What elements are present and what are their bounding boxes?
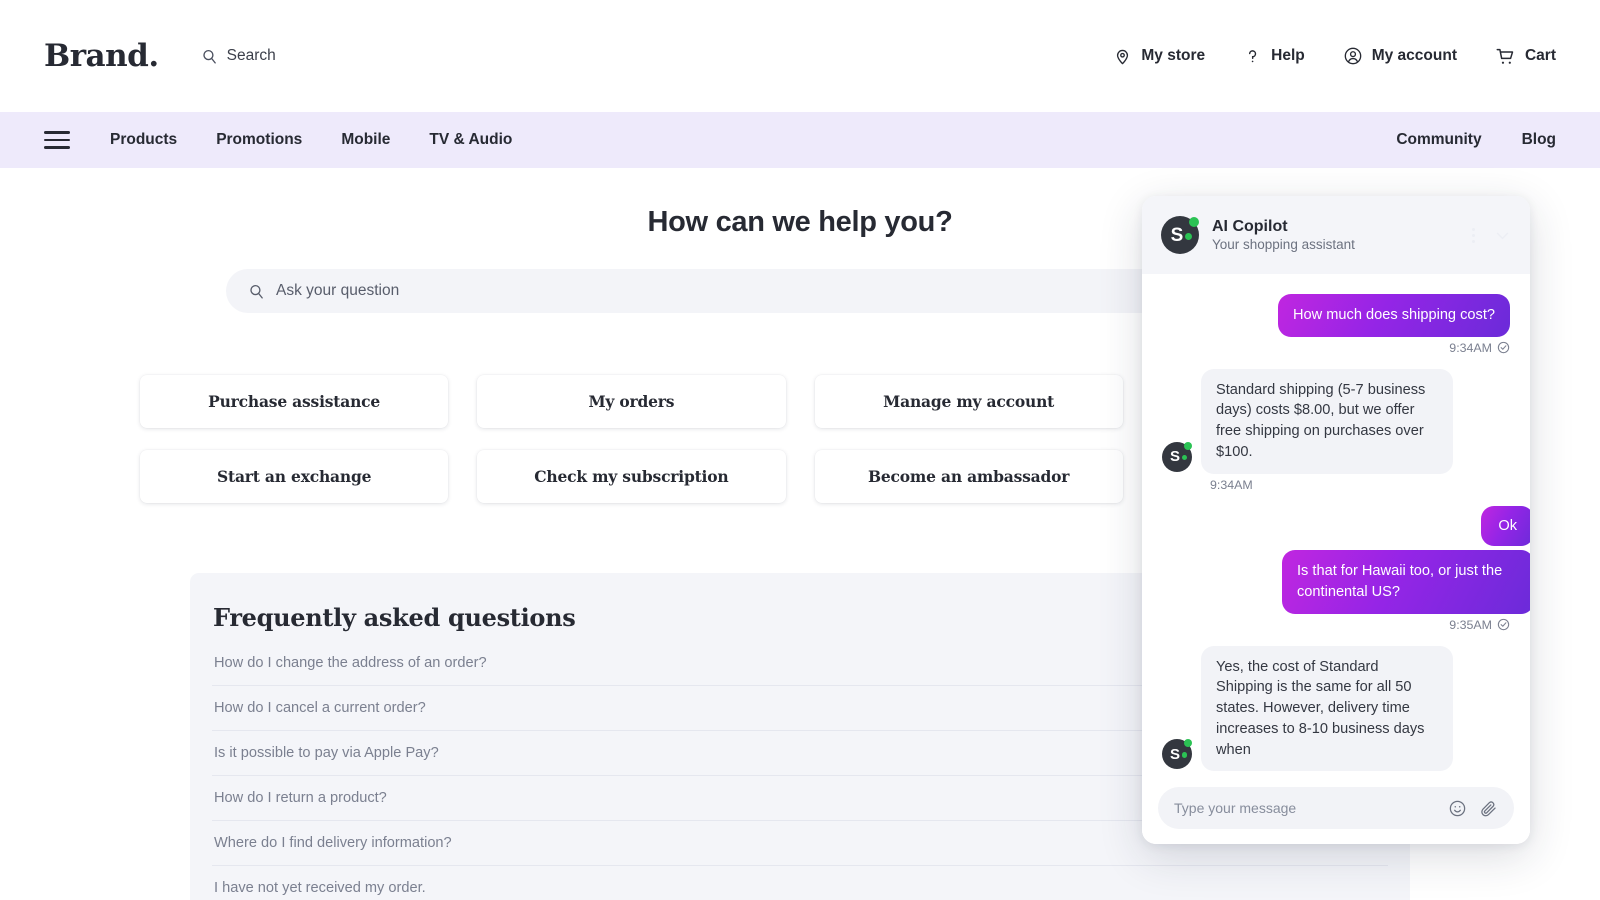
nav-my-account[interactable]: My account [1343, 46, 1457, 66]
chat-message-list[interactable]: How much does shipping cost? 9:34AM S St… [1142, 274, 1530, 844]
chat-subtitle: Your shopping assistant [1212, 237, 1355, 252]
chat-input-bar: Type your message [1142, 774, 1530, 844]
card-label: Manage my account [883, 392, 1054, 411]
chat-message-row: How much does shipping cost? [1162, 294, 1510, 337]
nav-my-store-label: My store [1141, 47, 1205, 65]
chat-title: AI Copilot [1212, 218, 1355, 236]
question-mark-icon [1243, 47, 1262, 66]
navlink-promotions[interactable]: Promotions [216, 131, 302, 149]
paperclip-icon[interactable] [1479, 799, 1498, 818]
card-my-orders[interactable]: My orders [477, 375, 785, 428]
hero-search-placeholder: Ask your question [276, 282, 399, 300]
main-navbar: Products Promotions Mobile TV & Audio Co… [0, 112, 1600, 168]
vertical-dots-icon[interactable] [1469, 225, 1478, 246]
chat-bubble-incoming: Yes, the cost of Standard Shipping is th… [1201, 646, 1453, 772]
top-bar: Brand. Search My store [0, 0, 1600, 112]
brand-logo[interactable]: Brand. [44, 38, 159, 74]
assistant-avatar: S [1161, 216, 1199, 254]
header-nav: My store Help My accou [1113, 46, 1556, 67]
chat-header-actions [1469, 225, 1511, 246]
card-become-an-ambassador[interactable]: Become an ambassador [815, 450, 1123, 503]
help-center-page: Brand. Search My store [0, 0, 1600, 900]
card-label: Check my subscription [534, 467, 728, 486]
location-pin-icon [1113, 47, 1132, 66]
navbar-right-links: Community Blog [1396, 131, 1556, 149]
status-dot-large [1189, 217, 1199, 227]
status-dot-large [1184, 442, 1192, 450]
status-dot-large [1184, 739, 1192, 747]
search-icon [201, 48, 218, 65]
navlink-products[interactable]: Products [110, 131, 177, 149]
assistant-avatar-small: S [1162, 442, 1192, 472]
chat-message-row: Ok [1162, 506, 1530, 547]
navbar-links: Products Promotions Mobile TV & Audio [110, 131, 512, 149]
chat-timestamp: 9:34AM [1449, 341, 1492, 355]
nav-cart-label: Cart [1525, 47, 1556, 65]
assistant-avatar-small: S [1162, 739, 1192, 769]
card-check-my-subscription[interactable]: Check my subscription [477, 450, 785, 503]
chat-bubble-outgoing: Ok [1481, 506, 1530, 547]
status-dot-small [1185, 233, 1192, 240]
navlink-mobile[interactable]: Mobile [341, 131, 390, 149]
user-circle-icon [1343, 46, 1363, 66]
chat-message-row: S Standard shipping (5-7 business days) … [1162, 369, 1510, 474]
chat-message-meta: 9:35AM [1162, 618, 1510, 632]
nav-help-label: Help [1271, 47, 1305, 65]
chat-timestamp: 9:35AM [1449, 618, 1492, 632]
header-search[interactable]: Search [201, 47, 276, 65]
chevron-down-icon[interactable] [1494, 227, 1511, 244]
status-dot-small [1182, 752, 1188, 758]
card-label: Purchase assistance [208, 392, 380, 411]
card-purchase-assistance[interactable]: Purchase assistance [140, 375, 448, 428]
check-circle-icon [1497, 341, 1510, 354]
navlink-blog[interactable]: Blog [1522, 131, 1556, 149]
chat-header-titles: AI Copilot Your shopping assistant [1212, 218, 1355, 252]
avatar-letter: S [1171, 226, 1184, 245]
shopping-cart-icon [1495, 46, 1516, 67]
faq-item[interactable]: I have not yet received my order. [212, 866, 1388, 900]
navlink-community[interactable]: Community [1396, 131, 1481, 149]
chat-widget: S AI Copilot Your shopping assistant [1142, 196, 1530, 844]
chat-message-row: S Yes, the cost of Standard Shipping is … [1162, 646, 1510, 772]
card-start-an-exchange[interactable]: Start an exchange [140, 450, 448, 503]
chat-bubble-incoming: Standard shipping (5-7 business days) co… [1201, 369, 1453, 474]
avatar-letter: S [1170, 747, 1180, 762]
status-dot-small [1182, 455, 1188, 461]
nav-help[interactable]: Help [1243, 47, 1305, 66]
chat-input-placeholder: Type your message [1174, 800, 1436, 816]
check-circle-icon [1497, 618, 1510, 631]
avatar-letter: S [1170, 449, 1180, 464]
chat-message-meta: 9:34AM [1162, 341, 1510, 355]
chat-timestamp: 9:34AM [1210, 478, 1253, 492]
chat-message-row: Is that for Hawaii too, or just the cont… [1162, 550, 1530, 613]
header-search-label: Search [227, 47, 276, 65]
card-manage-my-account[interactable]: Manage my account [815, 375, 1123, 428]
hamburger-menu-icon[interactable] [44, 131, 70, 148]
chat-bubble-outgoing: Is that for Hawaii too, or just the cont… [1282, 550, 1530, 613]
chat-header: S AI Copilot Your shopping assistant [1142, 196, 1530, 274]
smiley-icon[interactable] [1448, 799, 1467, 818]
search-icon [248, 283, 265, 300]
card-label: Become an ambassador [868, 467, 1069, 486]
nav-my-account-label: My account [1372, 47, 1457, 65]
chat-message-meta: 9:34AM [1162, 478, 1510, 492]
chat-message-input[interactable]: Type your message [1158, 787, 1514, 829]
card-label: Start an exchange [217, 467, 371, 486]
chat-bubble-outgoing: How much does shipping cost? [1278, 294, 1510, 337]
nav-my-store[interactable]: My store [1113, 47, 1205, 66]
navlink-tv-audio[interactable]: TV & Audio [429, 131, 512, 149]
nav-cart[interactable]: Cart [1495, 46, 1556, 67]
card-label: My orders [588, 392, 674, 411]
